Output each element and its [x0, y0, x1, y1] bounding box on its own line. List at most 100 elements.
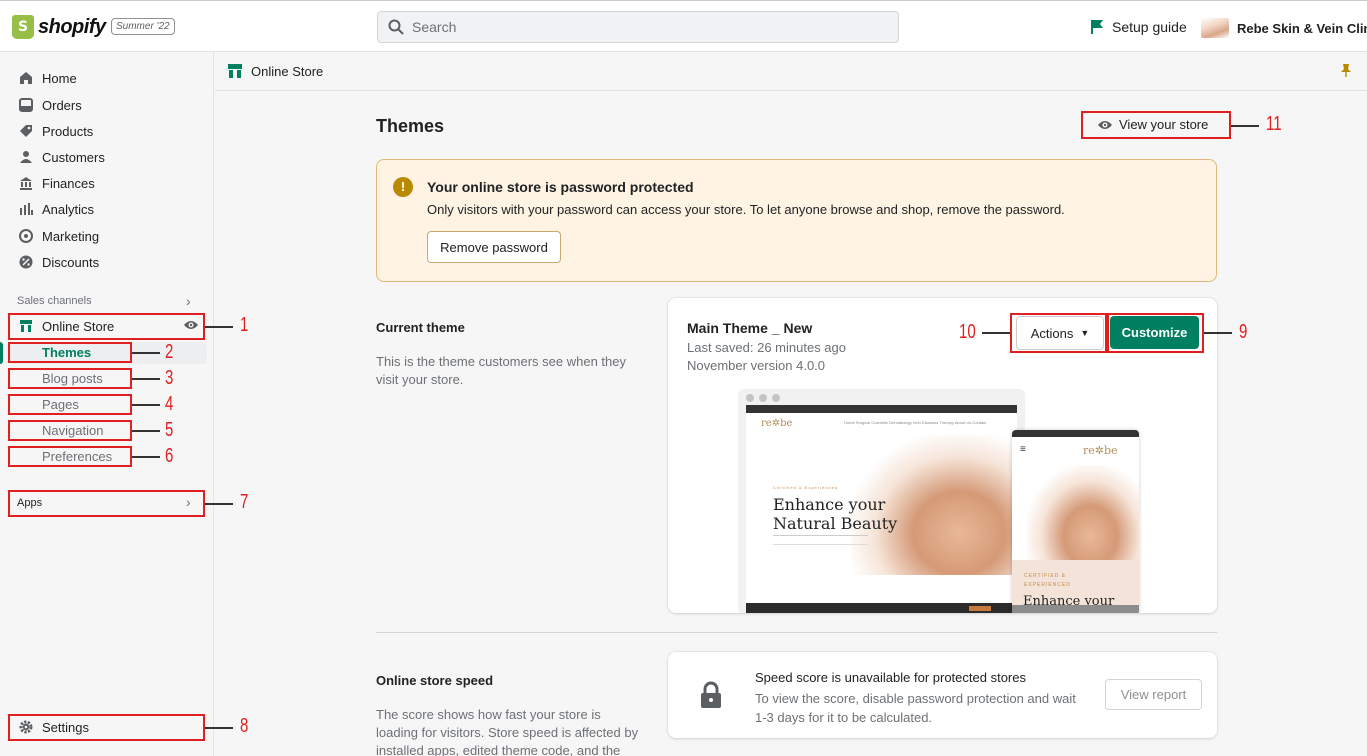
remove-password-button[interactable]: Remove password [427, 231, 561, 263]
top-bar: shopify Summer '22 Search Setup guide Re… [0, 0, 1367, 52]
preview-hero-text: Enhance your Natural Beauty [773, 495, 897, 533]
tag-icon [18, 123, 34, 139]
desktop-preview[interactable]: re✲be Home Surgical Cosmetic Dermatology… [738, 389, 1025, 613]
annotation-line [132, 456, 160, 458]
shopify-logo[interactable]: shopify [12, 15, 106, 39]
theme-version: November version 4.0.0 [687, 358, 826, 373]
search-placeholder: Search [412, 19, 457, 35]
target-icon [18, 228, 34, 244]
annotation-number: 1 [240, 314, 249, 336]
desktop-screen: re✲be Home Surgical Cosmetic Dermatology… [746, 405, 1017, 613]
preview-subtext [773, 535, 868, 545]
annotation-number: 11 [1266, 113, 1282, 135]
sidebar-item-finances[interactable]: Finances [18, 173, 95, 193]
setup-guide-label: Setup guide [1112, 19, 1187, 35]
preview-cert: Certified & Experienced [773, 485, 839, 490]
logo-text: shopify [38, 15, 106, 38]
mobile-topbar [1012, 430, 1139, 437]
annotation-box-3 [8, 368, 132, 389]
person-icon [18, 149, 34, 165]
annotation-line [1204, 332, 1232, 334]
annotation-number: 9 [1239, 321, 1248, 343]
annotation-line [982, 332, 1010, 334]
mobile-hero-image [1027, 465, 1139, 560]
annotation-line [132, 352, 160, 354]
speed-card: Speed score is unavailable for protected… [668, 652, 1217, 738]
current-theme-desc: This is the theme customers see when the… [376, 353, 626, 389]
sidebar-item-products[interactable]: Products [18, 121, 93, 141]
view-report-button[interactable]: View report [1105, 679, 1202, 710]
desc-line: visit your store. [376, 372, 464, 387]
pin-icon[interactable] [1340, 63, 1352, 80]
flag-icon [1091, 20, 1103, 34]
store-speed-title: Online store speed [376, 673, 494, 688]
annotation-box-7 [8, 490, 205, 517]
store-name-label: Rebe Skin & Vein Clinic [1237, 20, 1367, 36]
header-title: Online Store [251, 64, 324, 79]
section-divider [376, 632, 1217, 633]
discount-icon [18, 254, 34, 270]
annotation-number: 2 [165, 341, 174, 363]
avatar [1201, 18, 1229, 38]
sidebar-item-discounts[interactable]: Discounts [18, 252, 99, 272]
annotation-number: 5 [165, 419, 174, 441]
setup-guide-button[interactable]: Setup guide [1090, 19, 1187, 35]
preview-topbar [746, 405, 1017, 413]
mobile-cert: CERTIFIED & EXPERIENCED [1024, 573, 1071, 588]
page-title: Themes [376, 116, 445, 136]
store-menu[interactable]: Rebe Skin & Vein Clinic [1201, 18, 1367, 38]
inbox-icon [18, 97, 34, 113]
annotation-line [205, 326, 233, 328]
annotation-line [1231, 125, 1259, 127]
search-icon [388, 19, 404, 35]
annotation-number: 4 [165, 393, 174, 415]
sidebar-item-label: Products [42, 123, 94, 139]
window-dots [746, 394, 780, 402]
mobile-footer-bar [1012, 605, 1139, 613]
mobile-cert-panel: CERTIFIED & EXPERIENCED Enhance your [1012, 560, 1139, 613]
home-icon [18, 70, 34, 86]
mobile-preview[interactable]: ≡ re✲be CERTIFIED & EXPERIENCED Enhance … [1012, 430, 1139, 613]
annotation-box-8 [8, 714, 205, 741]
store-speed-desc: The score shows how fast your store is l… [376, 706, 638, 756]
sidebar-item-orders[interactable]: Orders [18, 95, 82, 115]
annotation-line [132, 404, 160, 406]
edition-badge: Summer '22 [111, 18, 175, 35]
sidebar-item-marketing[interactable]: Marketing [18, 226, 99, 246]
sidebar-item-customers[interactable]: Customers [18, 147, 105, 167]
desc-line: The score shows how fast your store is [376, 707, 601, 722]
annotation-box-9 [1107, 313, 1204, 353]
sidebar-item-label: Customers [42, 149, 105, 165]
annotation-number: 6 [165, 445, 174, 467]
bank-icon [18, 175, 34, 191]
preview-logo: re✲be [761, 418, 793, 429]
sidebar-item-label: Marketing [42, 228, 100, 244]
annotation-line [205, 727, 233, 729]
annotation-line [132, 430, 160, 432]
annotation-box-2 [8, 342, 132, 363]
sidebar-item-analytics[interactable]: Analytics [18, 199, 94, 219]
current-theme-title: Current theme [376, 320, 465, 335]
banner-title: Your online store is password protected [427, 179, 694, 195]
active-indicator [0, 342, 3, 364]
speed-card-title: Speed score is unavailable for protected… [755, 670, 1026, 685]
annotation-number: 3 [165, 367, 174, 389]
sidebar-item-label: Discounts [42, 254, 100, 270]
annotation-line [205, 503, 233, 505]
main-header: Online Store [215, 52, 1367, 91]
desc-line: This is the theme customers see when the… [376, 354, 627, 369]
search-input[interactable]: Search [377, 11, 899, 43]
sidebar-item-home[interactable]: Home [18, 68, 77, 88]
desc-line: loading for visitors. Store speed is aff… [376, 725, 639, 740]
bar-chart-icon [18, 201, 34, 217]
sidebar-item-label: Orders [42, 97, 82, 113]
mobile-logo: re✲be [1083, 444, 1118, 457]
chevron-right-icon[interactable]: › [186, 293, 191, 309]
password-banner: ! Your online store is password protecte… [376, 159, 1217, 282]
sidebar-item-label: Home [42, 70, 77, 86]
preview-menu: Home Surgical Cosmetic Dermatology Vein … [844, 420, 987, 425]
annotation-number: 8 [240, 715, 249, 737]
warning-icon: ! [393, 177, 413, 197]
hamburger-icon: ≡ [1020, 444, 1026, 455]
hero-line: Natural Beauty [773, 514, 898, 533]
